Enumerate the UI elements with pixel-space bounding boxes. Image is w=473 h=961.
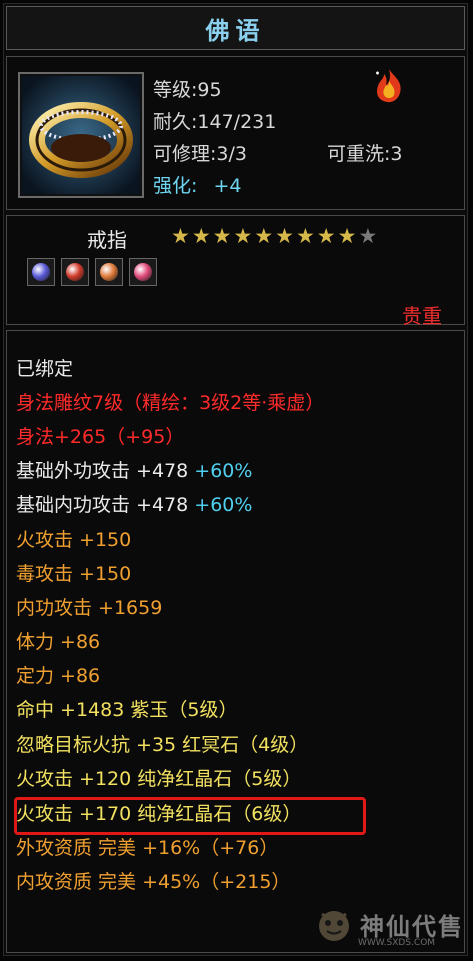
- highlight-box: [14, 797, 366, 835]
- pink-gem-icon[interactable]: [129, 258, 157, 286]
- agility-attribute: 身法+265（+95）: [16, 426, 185, 448]
- star-filled-icon: ★: [171, 224, 190, 248]
- star-filled-icon: ★: [191, 224, 211, 248]
- item-quality: 贵重: [402, 304, 442, 328]
- star-filled-icon: ★: [233, 224, 253, 248]
- item-repairable: 可修理:3/3: [153, 143, 247, 165]
- ext-attack-pct: +60%: [194, 460, 253, 482]
- star-filled-icon: ★: [295, 224, 315, 248]
- item-info-panel: 等级:95 耐久:147/231 可修理:3/3 可重洗:3 强化: +4: [6, 56, 465, 210]
- ext-aptitude-attribute: 外攻资质 完美 +16%（+76）: [16, 837, 279, 859]
- item-level: 等级:95: [153, 79, 222, 101]
- ext-attack-base: 基础外功攻击 +478: [16, 460, 189, 482]
- watermark-text: 神仙代售: [360, 912, 464, 941]
- int-attack-pct: +60%: [194, 494, 253, 516]
- poison-attack-attribute: 毒攻击 +150: [16, 563, 132, 585]
- star-filled-icon: ★: [337, 224, 357, 248]
- socket-gems: [27, 258, 157, 286]
- focus-attribute: 定力 +86: [16, 665, 101, 687]
- item-title-bar: 佛语: [6, 6, 465, 50]
- hit-gem-attribute: 命中 +1483 紫玉（5级）: [16, 699, 238, 721]
- item-rewashable: 可重洗:3: [327, 143, 403, 165]
- star-filled-icon: ★: [316, 224, 336, 248]
- star-rating: ★ ★ ★ ★ ★ ★ ★ ★ ★ ★: [171, 226, 377, 247]
- watermark: 神仙代售 WWW.SXDS.COM: [314, 904, 464, 948]
- star-filled-icon: ★: [212, 224, 232, 248]
- int-aptitude-attribute: 内攻资质 完美 +45%（+215）: [16, 871, 291, 893]
- ring-icon: [22, 76, 140, 194]
- item-type-panel: 戒指 ★ ★ ★ ★ ★ ★ ★ ★ ★ ★ 贵重: [6, 215, 465, 328]
- star-filled-icon: ★: [275, 224, 294, 248]
- item-tooltip: 佛语 等级:95 耐久:147/231 可修理:3/3 可重洗:3 强化: +4…: [3, 3, 468, 956]
- ignore-fire-res-attribute: 忽略目标火抗 +35 红冥石（4级）: [16, 734, 309, 756]
- purple-gem-icon[interactable]: [27, 258, 55, 286]
- int-attack-base: 基础内功攻击 +478: [16, 494, 189, 516]
- ext-attack-attribute: 基础外功攻击 +478 +60%: [16, 458, 252, 484]
- watermark-url: WWW.SXDS.COM: [358, 938, 436, 948]
- item-durability: 耐久:147/231: [153, 111, 277, 133]
- red-gem-icon[interactable]: [61, 258, 89, 286]
- enhance-value: +4: [213, 175, 242, 197]
- int-attack-attribute: 基础内功攻击 +478 +60%: [16, 492, 252, 518]
- star-filled-icon: ★: [254, 224, 274, 248]
- enhance-label: 强化:: [153, 175, 198, 197]
- bound-status: 已绑定: [16, 358, 74, 380]
- internal-attack-attribute: 内功攻击 +1659: [16, 597, 163, 619]
- item-enhance: 强化: +4: [153, 171, 241, 198]
- watermark-logo-icon: [319, 911, 349, 941]
- fire-attack-gem-attribute: 火攻击 +120 纯净红晶石（5级）: [16, 768, 302, 790]
- orange-gem-icon[interactable]: [95, 258, 123, 286]
- item-type: 戒指: [87, 228, 127, 252]
- engrave-attribute: 身法雕纹7级（精绘：3级2等·乘虚）: [16, 392, 325, 414]
- star-empty-icon: ★: [358, 224, 378, 248]
- ring-item-icon: [18, 72, 144, 198]
- stamina-attribute: 体力 +86: [16, 631, 101, 653]
- item-name: 佛语: [205, 16, 266, 45]
- fire-element-icon: [376, 69, 401, 103]
- fire-attack-attribute: 火攻击 +150: [16, 529, 132, 551]
